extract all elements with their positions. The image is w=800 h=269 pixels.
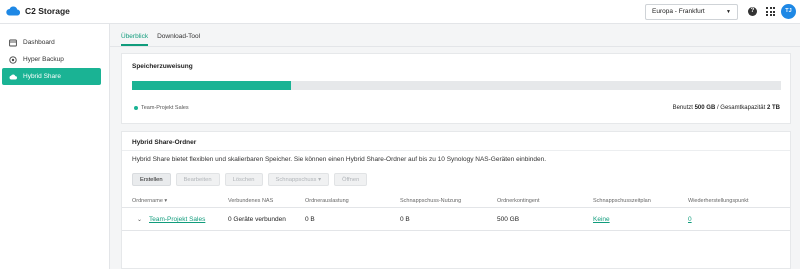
- sidebar-item-label: Hyper Backup: [23, 56, 64, 63]
- apps-grid-icon[interactable]: [766, 7, 775, 16]
- sidebar-item-dashboard[interactable]: Dashboard: [2, 34, 101, 51]
- storage-allocation-title: Speicherzuweisung: [132, 63, 193, 70]
- chevron-down-icon: ▾: [318, 177, 322, 183]
- tab-bar: Überblick Download-Tool: [121, 28, 209, 46]
- col-header-snapshot-plan[interactable]: Schnappschusszeitplan: [593, 198, 651, 204]
- cloud-logo-icon: [6, 6, 20, 16]
- tab-divider: [110, 46, 800, 47]
- table-header: Ordnername ▾ Verbundenes NAS Ordnerausla…: [122, 196, 790, 208]
- sidebar: Dashboard Hyper Backup Hybrid Share: [0, 24, 110, 269]
- usage-prefix: Benutzt: [672, 105, 695, 111]
- sidebar-item-hybrid-share[interactable]: Hybrid Share: [2, 68, 101, 85]
- expand-chevron-icon[interactable]: ⌄: [137, 216, 142, 223]
- sidebar-item-label: Hybrid Share: [23, 73, 61, 80]
- help-icon[interactable]: ?: [748, 7, 757, 16]
- total-value: 2 TB: [766, 105, 780, 111]
- cell-snapshot-usage: 0 B: [400, 216, 410, 223]
- col-header-restore-point[interactable]: Wiederherstellungspunkt: [688, 198, 749, 204]
- storage-progress-bar: [132, 81, 781, 90]
- edit-button[interactable]: Bearbeiten: [175, 173, 220, 186]
- sidebar-item-label: Dashboard: [23, 39, 55, 46]
- table-row[interactable]: ⌄ Team-Projekt Sales 0 Geräte verbunden …: [122, 209, 790, 231]
- used-value: 500 GB: [694, 105, 716, 111]
- storage-allocation-card: Speicherzuweisung Team-Projekt Sales Ben…: [121, 53, 791, 124]
- region-select[interactable]: Europa - Frankfurt ▼: [645, 4, 738, 20]
- col-header-snapshot-usage[interactable]: Schnappschuss-Nutzung: [400, 198, 461, 204]
- region-select-value: Europa - Frankfurt: [652, 8, 705, 15]
- cell-quota: 500 GB: [497, 216, 520, 223]
- avatar[interactable]: TJ: [781, 4, 796, 19]
- app-title: C2 Storage: [25, 5, 70, 16]
- col-header-name-label: Ordnername: [132, 198, 163, 204]
- tab-overview[interactable]: Überblick: [121, 28, 149, 46]
- folder-name-link[interactable]: Team-Projekt Sales: [149, 216, 205, 223]
- snapshot-plan-link[interactable]: Keine: [593, 216, 610, 223]
- sort-down-icon: ▾: [164, 198, 168, 204]
- open-button[interactable]: Öffnen: [334, 173, 368, 186]
- usage-mid: / Gesamtkapazität: [715, 105, 767, 111]
- cloud-icon: [9, 73, 17, 81]
- card-divider: [122, 150, 790, 151]
- snapshot-button[interactable]: Schnappschuss ▾: [267, 173, 330, 186]
- storage-legend: Team-Projekt Sales: [134, 105, 189, 111]
- col-header-nas[interactable]: Verbundenes NAS: [228, 198, 273, 204]
- col-header-quota[interactable]: Ordnerkontingent: [497, 198, 540, 204]
- sidebar-item-hyper-backup[interactable]: Hyper Backup: [2, 51, 101, 68]
- cell-nas: 0 Geräte verbunden: [228, 216, 286, 223]
- col-header-usage[interactable]: Ordnerauslastung: [305, 198, 349, 204]
- tab-download-tool[interactable]: Download-Tool: [157, 28, 200, 46]
- storage-usage-text: Benutzt 500 GB / Gesamtkapazität 2 TB: [673, 105, 780, 111]
- backup-icon: [9, 55, 17, 64]
- hybrid-share-description: Hybrid Share bietet flexiblen und skalie…: [132, 156, 547, 163]
- legend-dot-icon: [134, 106, 138, 110]
- legend-label: Team-Projekt Sales: [141, 105, 189, 111]
- storage-progress-fill: [132, 81, 291, 90]
- hybrid-share-toolbar: Erstellen Bearbeiten Löschen Schnappschu…: [132, 173, 372, 186]
- col-header-name[interactable]: Ordnername ▾: [132, 198, 167, 204]
- restore-point-link[interactable]: 0: [688, 216, 692, 223]
- app-logo: C2 Storage: [6, 5, 70, 16]
- dashboard-icon: [9, 39, 17, 47]
- chevron-down-icon: ▼: [726, 9, 731, 15]
- delete-button[interactable]: Löschen: [224, 173, 263, 186]
- hybrid-share-card: Hybrid Share-Ordner Hybrid Share bietet …: [121, 131, 791, 269]
- snapshot-button-label: Schnappschuss: [275, 177, 317, 183]
- create-button[interactable]: Erstellen: [132, 173, 171, 186]
- top-bar: C2 Storage Europa - Frankfurt ▼ ? TJ: [0, 0, 800, 24]
- hybrid-share-title: Hybrid Share-Ordner: [132, 139, 197, 146]
- cell-usage: 0 B: [305, 216, 315, 223]
